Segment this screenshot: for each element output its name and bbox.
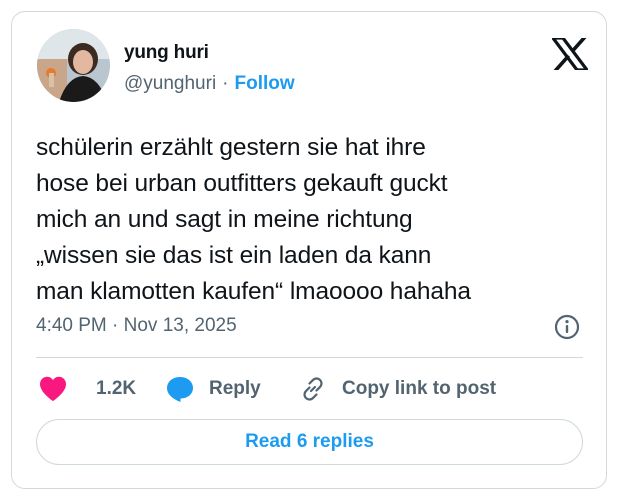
copy-link-button[interactable]: Copy link to post — [299, 372, 496, 406]
avatar-photo-icon — [37, 29, 110, 102]
link-icon — [299, 375, 327, 403]
tweet-card: yung huri @yunghuri · Follow schülerin erz… — [11, 11, 607, 489]
reply-button[interactable]: Reply — [165, 372, 261, 406]
tweet-text-line: mich an und sagt in meine richtung — [36, 206, 413, 233]
tweet-text-line: hose bei urban outfitters gekauft guckt — [36, 170, 448, 197]
read-replies-button[interactable]: Read 6 replies — [36, 419, 583, 465]
heart-icon — [38, 375, 68, 403]
author-avatar[interactable] — [37, 29, 110, 102]
reply-bubble-icon — [165, 375, 195, 403]
reply-label: Reply — [209, 378, 261, 399]
info-icon[interactable] — [553, 313, 581, 341]
divider — [36, 357, 583, 358]
tweet-text-line: „wissen sie das ist ein laden da kann — [36, 242, 432, 269]
tweet-timestamp[interactable]: 4:40 PM · Nov 13, 2025 — [36, 315, 237, 337]
author-handle-row: @yunghuri · Follow — [124, 73, 295, 95]
like-count: 1.2K — [96, 378, 137, 399]
separator-dot: · — [222, 73, 229, 94]
tweet-text-line: schülerin erzählt gestern sie hat ihre — [36, 134, 426, 161]
x-logo-icon[interactable] — [549, 35, 591, 73]
author-handle[interactable]: @yunghuri — [124, 73, 216, 94]
tweet-text-line: man klamotten kaufen“ lmaoooo hahaha — [36, 278, 471, 305]
tweet-text: schülerin erzählt gestern sie hat ihre h… — [36, 130, 596, 310]
follow-button[interactable]: Follow — [235, 73, 295, 94]
author-display-name[interactable]: yung huri — [124, 42, 209, 64]
copy-link-label: Copy link to post — [342, 378, 497, 399]
like-button[interactable]: 1.2K — [38, 372, 136, 406]
